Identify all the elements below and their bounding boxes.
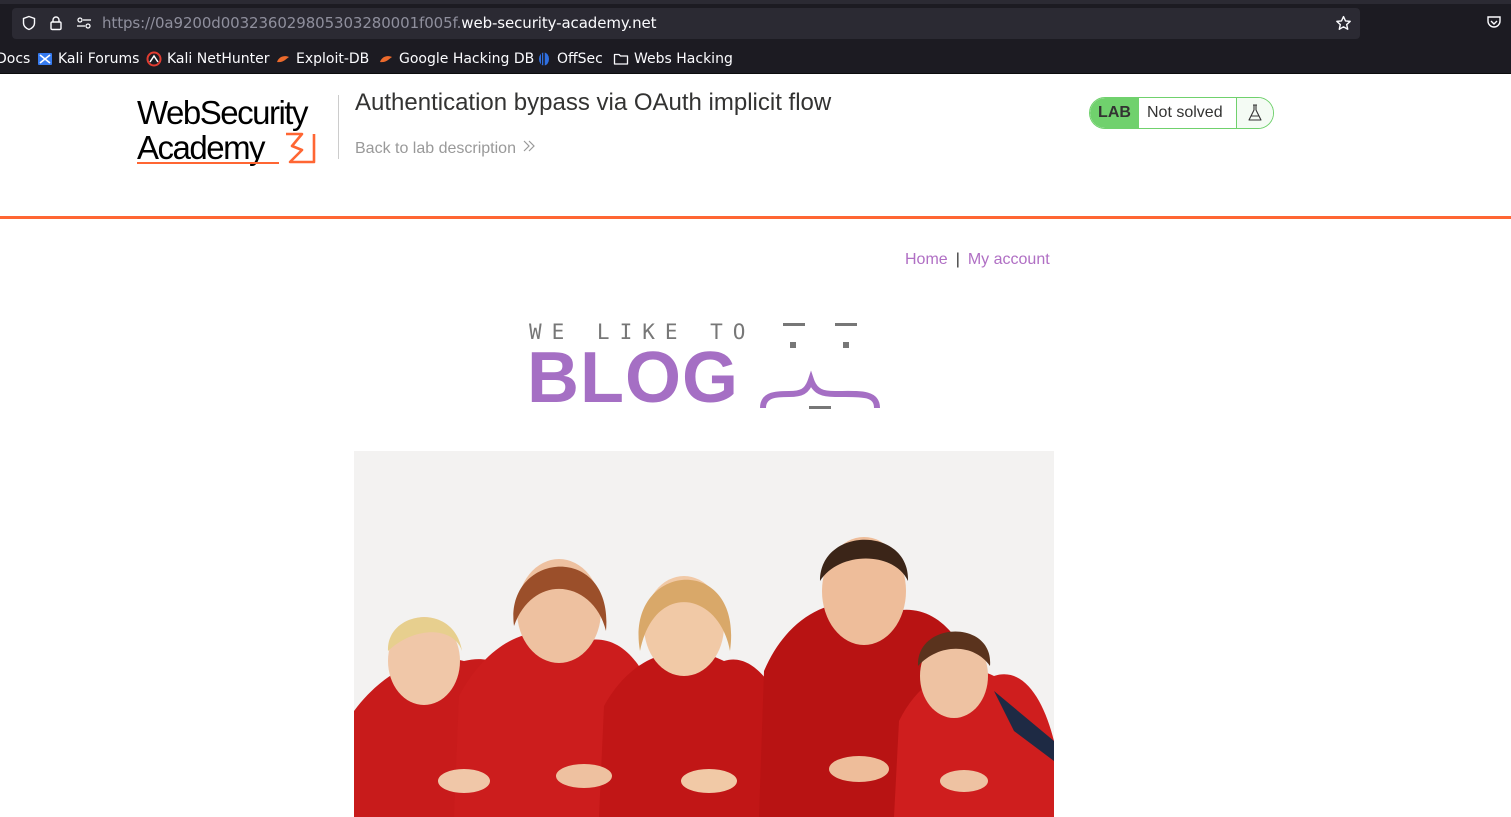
nav-separator: | xyxy=(955,251,960,268)
bookmark-docs[interactable]: Docs xyxy=(0,50,30,68)
blog-nav: Home | My account xyxy=(905,251,1050,269)
ghdb-icon xyxy=(378,51,394,67)
header-divider xyxy=(338,95,339,159)
lab-status-widget: LAB Not solved xyxy=(1089,97,1274,129)
logo-underline xyxy=(137,162,279,164)
bookmark-label: Kali Forums xyxy=(58,51,140,67)
url-prefix: https://0a9200d003236029805303280001f005… xyxy=(102,14,462,32)
bookmark-label: Docs xyxy=(0,51,31,67)
blog-banner: WE LIKE TO BLOG xyxy=(527,318,883,416)
offsec-icon xyxy=(536,51,552,67)
tab-strip-edge xyxy=(0,0,1511,4)
pocket-icon[interactable] xyxy=(1485,13,1503,31)
url-text[interactable]: https://0a9200d003236029805303280001f005… xyxy=(102,14,657,32)
family-photo-illustration xyxy=(354,451,1054,817)
bookmark-webs-hacking[interactable]: Webs Hacking xyxy=(613,50,733,68)
banner-face-icon xyxy=(760,323,880,409)
lab-header: WebSecurity Academy Authentication bypas… xyxy=(0,75,1511,219)
folder-icon xyxy=(613,51,629,67)
logo-line-1: WebSecurity xyxy=(137,94,308,131)
nethunter-icon xyxy=(146,51,162,67)
back-to-lab-description-link[interactable]: Back to lab description xyxy=(355,139,536,158)
double-chevron-right-icon xyxy=(522,139,536,158)
bookmark-label: Webs Hacking xyxy=(634,51,733,67)
bookmark-google-hacking-db[interactable]: Google Hacking DB xyxy=(378,50,534,68)
shield-icon[interactable] xyxy=(20,14,38,32)
bookmark-label: Exploit-DB xyxy=(296,51,370,67)
bookmark-kali-nethunter[interactable]: Kali NetHunter xyxy=(146,50,269,68)
bookmark-label: Google Hacking DB xyxy=(399,51,535,67)
nav-my-account-link[interactable]: My account xyxy=(968,251,1050,268)
star-icon[interactable] xyxy=(1334,14,1352,32)
logo-lightning-icon xyxy=(286,132,316,164)
url-domain: web-security-academy.net xyxy=(461,14,657,32)
bookmark-exploit-db[interactable]: Exploit-DB xyxy=(275,50,369,68)
bookmark-label: OffSec xyxy=(557,51,603,67)
back-link-label: Back to lab description xyxy=(355,139,516,157)
bookmarks-toolbar: Docs Kali Forums Kali NetHunter Exploit-… xyxy=(0,44,1511,74)
lab-badge: LAB xyxy=(1090,98,1139,128)
kali-forums-icon xyxy=(37,51,53,67)
flask-icon[interactable] xyxy=(1237,98,1273,128)
permissions-icon[interactable] xyxy=(75,14,93,32)
exploit-db-icon xyxy=(275,51,291,67)
browser-toolbar: https://0a9200d003236029805303280001f005… xyxy=(0,0,1511,44)
blog-hero-image[interactable] xyxy=(354,451,1054,817)
lab-title: Authentication bypass via OAuth implicit… xyxy=(355,89,832,116)
lock-icon[interactable] xyxy=(47,14,65,32)
lab-status-text: Not solved xyxy=(1139,98,1237,128)
nav-home-link[interactable]: Home xyxy=(905,251,948,268)
web-security-academy-logo[interactable]: WebSecurity Academy xyxy=(137,96,337,166)
banner-title: BLOG xyxy=(527,338,739,418)
bookmark-offsec[interactable]: OffSec xyxy=(536,50,603,68)
bookmark-kali-forums[interactable]: Kali Forums xyxy=(37,50,139,68)
address-bar[interactable]: https://0a9200d003236029805303280001f005… xyxy=(12,8,1360,39)
bookmark-label: Kali NetHunter xyxy=(167,51,270,67)
